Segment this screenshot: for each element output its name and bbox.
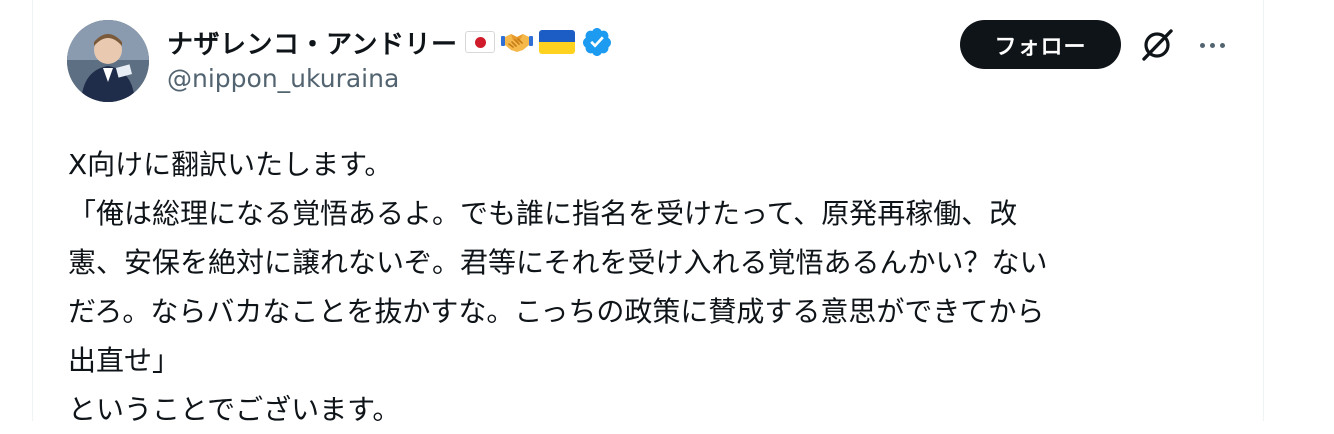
- user-handle[interactable]: @nippon_ukuraina: [167, 64, 399, 93]
- follow-button[interactable]: フォロー: [960, 20, 1121, 69]
- flag-ukraine-icon: [539, 30, 576, 54]
- tweet-text-line: X向けに翻訳いたします。: [68, 148, 393, 181]
- tweet-text-line: 憲、安保を絶対に譲れないぞ。君等にそれを受け入れる覚悟あるんかい？ない: [68, 246, 1048, 279]
- flag-japan-icon: [465, 31, 496, 53]
- tweet-text-line: 出直せ」: [68, 344, 181, 377]
- tweet-text-line: だろ。ならバカなことを抜かすな。こっちの政策に賛成する意思ができてから: [68, 295, 1045, 328]
- tweet-text: X向けに翻訳いたします。 「俺は総理になる覚悟あるよ。でも誰に指名を受けたって、…: [68, 140, 1238, 434]
- verified-badge-icon[interactable]: [581, 26, 613, 58]
- tweet-text-line: 「俺は総理になる覚悟あるよ。でも誰に指名を受けたって、原発再稼働、改: [68, 197, 1018, 230]
- tweet-text-line: ということでございます。: [68, 393, 401, 426]
- display-name[interactable]: ナザレンコ・アンドリー: [167, 24, 457, 61]
- more-options-icon[interactable]: [1196, 30, 1228, 60]
- tweet-card: ナザレンコ・アンドリー @nippon_ukuraina フォロー X向けに翻訳…: [32, 0, 1264, 426]
- handshake-icon: [501, 34, 534, 52]
- name-row: ナザレンコ・アンドリー: [167, 24, 613, 60]
- grok-icon[interactable]: [1138, 26, 1176, 64]
- avatar[interactable]: [67, 20, 149, 102]
